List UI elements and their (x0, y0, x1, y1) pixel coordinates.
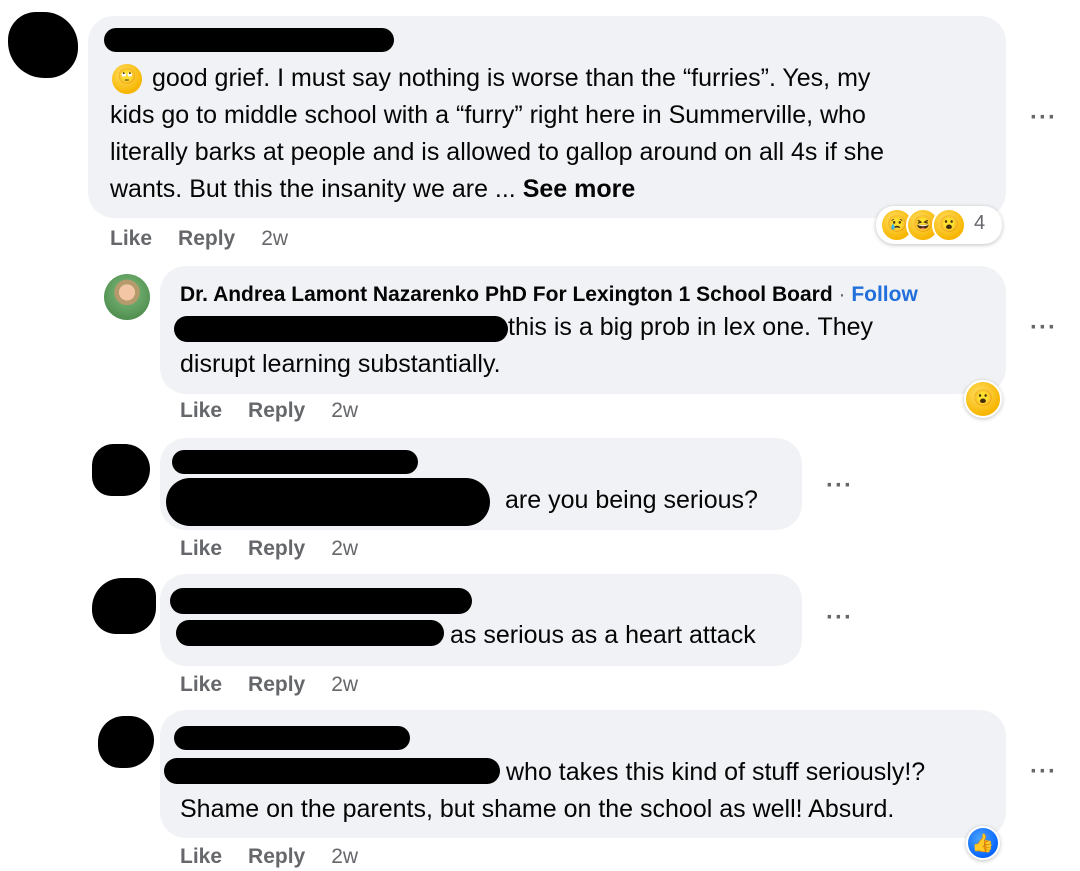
like-button[interactable]: Like (180, 399, 222, 422)
redacted-mention (166, 478, 490, 526)
reply-button[interactable]: Reply (248, 845, 305, 868)
like-button[interactable]: Like (110, 227, 152, 250)
more-options-icon[interactable]: ··· (1030, 106, 1057, 130)
comment-text-line: good grief. I must say nothing is worse … (152, 64, 871, 92)
like-reaction-icon[interactable]: 👍 (966, 826, 1000, 860)
redacted-author-name (172, 450, 418, 474)
like-button[interactable]: Like (180, 845, 222, 868)
more-options-icon[interactable]: ··· (826, 474, 853, 498)
wow-reaction-icon: 😮 (932, 208, 966, 242)
comment-text-line: this is a big prob in lex one. They (508, 313, 874, 341)
timestamp[interactable]: 2w (331, 845, 358, 868)
author-name[interactable]: Dr. Andrea Lamont Nazarenko PhD For Lexi… (180, 283, 833, 306)
timestamp[interactable]: 2w (331, 399, 358, 422)
comment-text-line-end: wants. But this the insanity we are ... (110, 175, 523, 203)
redacted-mention (164, 758, 500, 784)
comment-text-line: wants. But this the insanity we are ... … (110, 171, 635, 208)
redacted-author-name (170, 588, 472, 614)
comment-text-line: disrupt learning substantially. (180, 350, 501, 378)
redacted-author-name (104, 28, 394, 52)
comment-actions: Like Reply 2w (180, 536, 358, 562)
comment-text-line: as serious as a heart attack (450, 621, 756, 649)
comment-actions: Like Reply 2w (180, 844, 358, 870)
reaction-count: 4 (974, 212, 986, 234)
redacted-avatar (92, 578, 156, 634)
more-options-icon[interactable]: ··· (1030, 316, 1057, 340)
see-more-link[interactable]: See more (523, 175, 636, 203)
comment-text-line: literally barks at people and is allowed… (110, 138, 885, 166)
redacted-author-name (174, 726, 410, 750)
follow-button[interactable]: Follow (851, 283, 918, 306)
comment-actions: Like Reply 2w (180, 672, 358, 698)
wow-reaction-icon[interactable]: 😮 (964, 380, 1002, 418)
comment-actions: Like Reply 2w (110, 226, 288, 252)
eye-roll-emoji-icon: 🙄 (112, 64, 142, 94)
reply-button[interactable]: Reply (178, 227, 235, 250)
comment-actions: Like Reply 2w (180, 398, 358, 424)
comment-author: Dr. Andrea Lamont Nazarenko PhD For Lexi… (180, 282, 918, 308)
timestamp[interactable]: 2w (331, 673, 358, 696)
like-button[interactable]: Like (180, 673, 222, 696)
redacted-mention (174, 316, 508, 342)
redacted-avatar (8, 12, 78, 78)
redacted-avatar (98, 716, 154, 768)
reply-button[interactable]: Reply (248, 537, 305, 560)
reply-button[interactable]: Reply (248, 673, 305, 696)
like-button[interactable]: Like (180, 537, 222, 560)
avatar[interactable] (104, 274, 150, 320)
redacted-avatar (92, 444, 150, 496)
comment-text-line: are you being serious? (505, 486, 758, 514)
comment-text-line: kids go to middle school with a “furry” … (110, 101, 866, 129)
more-options-icon[interactable]: ··· (826, 606, 853, 630)
reply-button[interactable]: Reply (248, 399, 305, 422)
more-options-icon[interactable]: ··· (1030, 760, 1057, 784)
timestamp[interactable]: 2w (331, 537, 358, 560)
timestamp[interactable]: 2w (261, 227, 288, 250)
comment-text-line: who takes this kind of stuff seriously!? (506, 758, 926, 786)
redacted-mention (176, 620, 444, 646)
separator: · (832, 283, 852, 306)
comment-text-line: Shame on the parents, but shame on the s… (180, 795, 895, 823)
